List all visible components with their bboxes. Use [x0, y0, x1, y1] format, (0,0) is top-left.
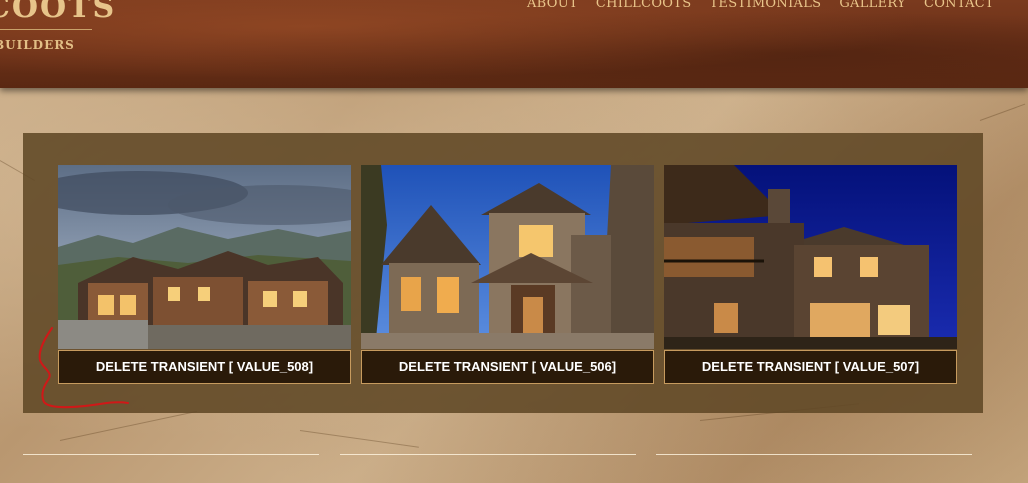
- gallery-panel: DELETE TRANSIENT [ VALUE_508] DELETE TRA…: [23, 133, 983, 413]
- footer-divider: [656, 454, 972, 455]
- delete-transient-button[interactable]: DELETE TRANSIENT [ VALUE_508]: [58, 350, 351, 384]
- nav-item-gallery[interactable]: GALLERY: [839, 0, 906, 11]
- footer-divider: [23, 454, 319, 455]
- logo-wordmark: COOTS: [0, 0, 117, 25]
- house-photo-timber-entrance[interactable]: [361, 165, 654, 349]
- house-photo-lodge-night[interactable]: [664, 165, 957, 349]
- stone-crack: [979, 103, 1026, 121]
- nav-item-chillcoots[interactable]: CHILLCOOTS: [596, 0, 692, 11]
- logo-tagline: BUILDERS: [0, 38, 75, 52]
- logo-divider: [0, 29, 92, 30]
- nav-item-about[interactable]: ABOUT: [527, 0, 578, 11]
- main-nav: ABOUT CHILLCOOTS TESTIMONIALS GALLERY CO…: [527, 0, 994, 11]
- nav-item-testimonials[interactable]: TESTIMONIALS: [709, 0, 821, 11]
- gallery-card[interactable]: DELETE TRANSIENT [ VALUE_508]: [58, 165, 351, 384]
- stone-crack: [299, 430, 419, 448]
- stone-crack: [59, 410, 198, 441]
- footer-divider: [340, 454, 636, 455]
- delete-transient-button[interactable]: DELETE TRANSIENT [ VALUE_506]: [361, 350, 654, 384]
- house-photo-log-cabin[interactable]: [58, 165, 351, 349]
- site-header: COOTS BUILDERS ABOUT CHILLCOOTS TESTIMON…: [0, 0, 1028, 88]
- delete-transient-button[interactable]: DELETE TRANSIENT [ VALUE_507]: [664, 350, 957, 384]
- gallery-card[interactable]: DELETE TRANSIENT [ VALUE_507]: [664, 165, 957, 384]
- gallery-card[interactable]: DELETE TRANSIENT [ VALUE_506]: [361, 165, 654, 384]
- nav-item-contact[interactable]: CONTACT: [924, 0, 994, 11]
